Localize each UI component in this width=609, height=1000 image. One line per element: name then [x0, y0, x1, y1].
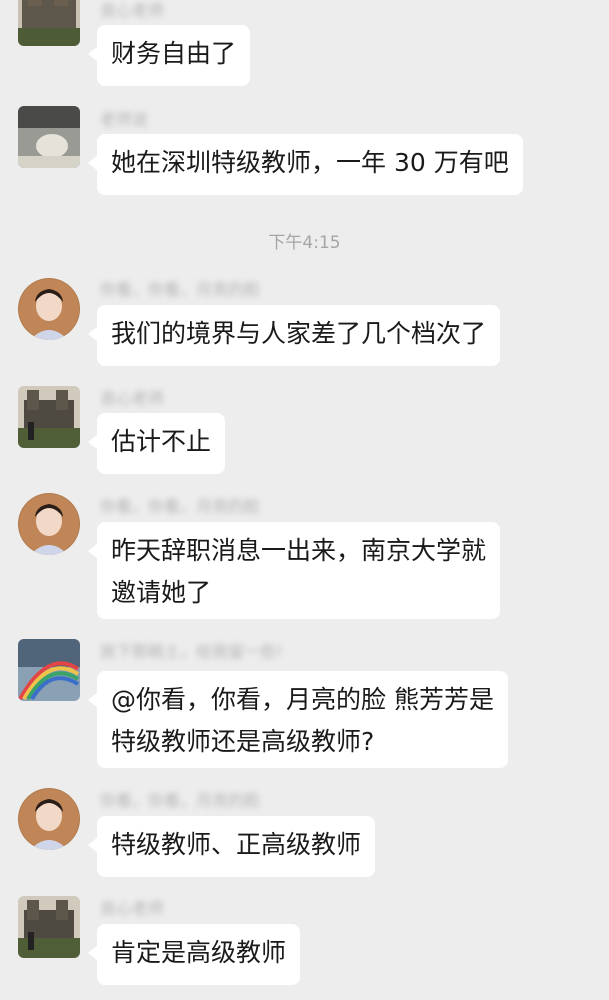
message-bubble[interactable]: 她在深圳特级教师，一年 30 万有吧 — [88, 134, 523, 195]
portrait-avatar-icon[interactable] — [18, 278, 80, 340]
chat-window: 良心老师 财务自由了 老师说 她在深圳特级教师，一年 30 万有吧 下午4:15… — [0, 0, 609, 1000]
message-text: @你看，你看，月亮的脸 熊芳芳是 — [111, 685, 494, 714]
sender-name: 老师说 — [100, 110, 149, 129]
message-text: 她在深圳特级教师，一年 30 万有吧 — [111, 148, 509, 177]
castle-avatar-icon[interactable] — [18, 0, 80, 46]
message-text: 邀请她了 — [111, 578, 212, 607]
message-text: 估计不止 — [111, 427, 212, 456]
castle-avatar-icon[interactable] — [18, 386, 80, 448]
sender-name: 良心老师 — [100, 389, 165, 408]
message-bubble[interactable]: 特级教师、正高级教师 — [87, 816, 376, 877]
sender-name: 你看，你看，月亮的脸 — [100, 791, 261, 810]
message-text: 财务自由了 — [111, 39, 237, 68]
portrait-avatar-icon[interactable] — [18, 788, 80, 850]
message-bubble[interactable]: 肯定是高级教师 — [87, 924, 301, 985]
message-text: 特级教师还是高级教师? — [111, 727, 375, 756]
photo-avatar-icon[interactable] — [18, 106, 80, 168]
castle-avatar-icon[interactable] — [18, 896, 80, 958]
sender-name: 良心老师 — [100, 899, 165, 918]
rainbow-avatar-icon[interactable] — [18, 639, 80, 701]
message-bubble[interactable]: 我们的境界与人家差了几个档次了 — [87, 305, 501, 366]
message-text: 昨天辞职消息一出来，南京大学就 — [111, 536, 487, 565]
message-bubble[interactable]: @你看，你看，月亮的脸 熊芳芳是 特级教师还是高级教师? — [88, 671, 508, 768]
message-bubble[interactable]: 估计不止 — [87, 413, 226, 474]
sender-name: 良心老师 — [100, 1, 165, 20]
sender-name: 你看，你看，月亮的脸 — [100, 280, 261, 299]
message-bubble[interactable]: 昨天辞职消息一出来，南京大学就 邀请她了 — [87, 522, 501, 619]
message-text: 我们的境界与人家差了几个档次了 — [111, 319, 487, 348]
timestamp: 下午4:15 — [268, 233, 341, 253]
message-bubble[interactable]: 财务自由了 — [87, 25, 251, 86]
portrait-avatar-icon[interactable] — [18, 493, 80, 555]
message-text: 肯定是高级教师 — [111, 938, 287, 967]
sender-name: 放下那碗土，给我留一些! — [100, 642, 283, 661]
message-text: 特级教师、正高级教师 — [111, 830, 362, 859]
sender-name: 你看，你看，月亮的脸 — [100, 497, 261, 516]
